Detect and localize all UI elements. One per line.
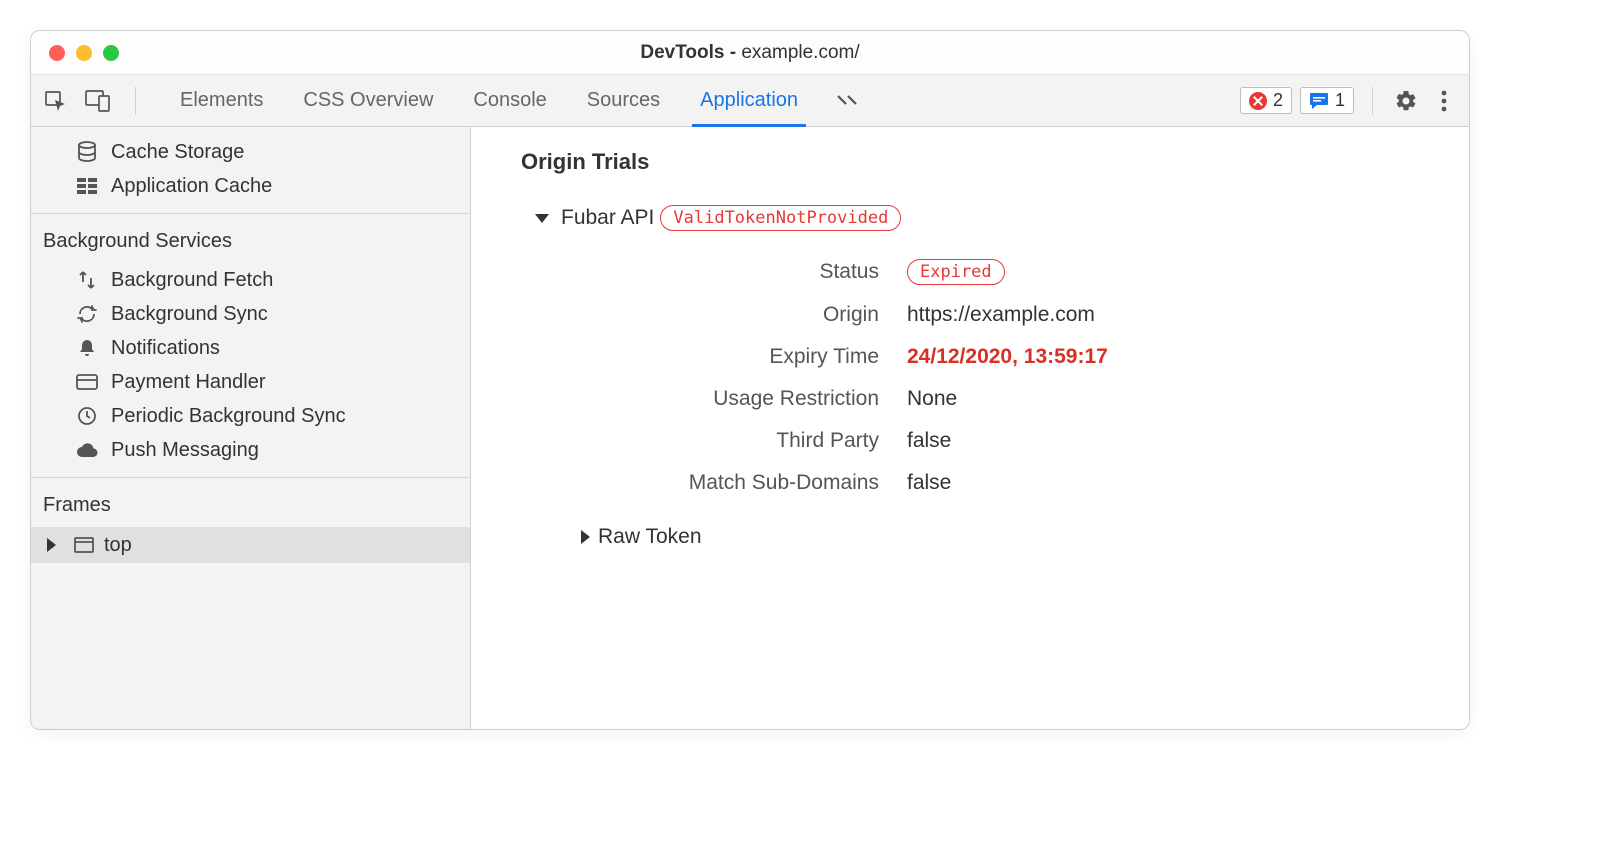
message-icon: [1309, 92, 1329, 110]
device-toolbar-icon[interactable]: [83, 86, 113, 116]
value-origin: https://example.com: [907, 303, 1469, 327]
messages-count: 1: [1335, 90, 1345, 111]
sidebar-item-periodic-sync[interactable]: Periodic Background Sync: [31, 399, 470, 433]
sidebar-item-frame-top[interactable]: top: [31, 527, 470, 563]
value-third-party: false: [907, 429, 1469, 453]
label-usage-restriction: Usage Restriction: [569, 387, 879, 411]
sidebar-item-notifications[interactable]: Notifications: [31, 331, 470, 365]
window-title: DevTools - example.com/: [31, 42, 1469, 64]
titlebar: DevTools - example.com/: [31, 31, 1469, 75]
toolbar-left: [41, 86, 146, 116]
sidebar-label: Background Fetch: [111, 269, 273, 292]
database-icon: [75, 140, 99, 164]
sidebar-label: Payment Handler: [111, 371, 266, 394]
credit-card-icon: [75, 370, 99, 394]
value-status: Expired: [907, 259, 1469, 285]
tab-console[interactable]: Console: [471, 75, 548, 126]
origin-trials-pane: Origin Trials Fubar API ValidTokenNotPro…: [471, 127, 1469, 729]
title-url: example.com/: [741, 42, 859, 63]
value-usage-restriction: None: [907, 387, 1469, 411]
sidebar-label: Cache Storage: [111, 141, 244, 164]
errors-count: 2: [1273, 90, 1283, 111]
sidebar-label: top: [104, 534, 132, 557]
value-expiry: 24/12/2020, 13:59:17: [907, 345, 1469, 369]
collapse-triangle-icon: [535, 214, 549, 223]
expand-triangle-icon: [581, 530, 590, 544]
separator: [135, 87, 136, 115]
toolbar-right: 2 1: [1240, 86, 1459, 116]
sidebar-heading-frames: Frames: [31, 477, 470, 527]
settings-icon[interactable]: [1391, 86, 1421, 116]
value-match-subdomains: false: [907, 471, 1469, 495]
cloud-icon: [75, 438, 99, 462]
errors-badge[interactable]: 2: [1240, 87, 1292, 114]
close-window-button[interactable]: [49, 45, 65, 61]
sidebar-item-background-sync[interactable]: Background Sync: [31, 297, 470, 331]
fetch-icon: [75, 268, 99, 292]
inspect-element-icon[interactable]: [41, 86, 71, 116]
panel-tabs: Elements CSS Overview Console Sources Ap…: [178, 75, 858, 126]
title-prefix: DevTools -: [640, 42, 741, 63]
sync-icon: [75, 302, 99, 326]
panel-body: Cache Storage Application Cache Backgrou…: [31, 127, 1469, 729]
label-status: Status: [569, 260, 879, 284]
label-origin: Origin: [569, 303, 879, 327]
label-expiry: Expiry Time: [569, 345, 879, 369]
tab-application[interactable]: Application: [698, 75, 800, 126]
devtools-window: DevTools - example.com/ Elements CSS Ove…: [30, 30, 1470, 730]
tab-elements[interactable]: Elements: [178, 75, 265, 126]
sidebar-item-payment-handler[interactable]: Payment Handler: [31, 365, 470, 399]
error-icon: [1249, 92, 1267, 110]
sidebar-label: Notifications: [111, 337, 220, 360]
raw-token-label: Raw Token: [598, 525, 702, 549]
separator: [1372, 87, 1373, 115]
tab-sources[interactable]: Sources: [585, 75, 662, 126]
tab-css-overview[interactable]: CSS Overview: [301, 75, 435, 126]
token-status-badge: ValidTokenNotProvided: [660, 205, 901, 231]
bell-icon: [75, 336, 99, 360]
sidebar-heading-background-services: Background Services: [31, 213, 470, 263]
sidebar-label: Push Messaging: [111, 439, 259, 462]
trial-header-row[interactable]: Fubar API ValidTokenNotProvided: [535, 205, 1469, 231]
sidebar-item-cache-storage[interactable]: Cache Storage: [31, 135, 470, 169]
raw-token-row[interactable]: Raw Token: [581, 525, 1469, 549]
grid-icon: [75, 174, 99, 198]
trial-details: Status Expired Origin https://example.co…: [569, 259, 1469, 495]
sidebar-item-application-cache[interactable]: Application Cache: [31, 169, 470, 203]
maximize-window-button[interactable]: [103, 45, 119, 61]
sidebar-label: Background Sync: [111, 303, 268, 326]
trial-name: Fubar API: [561, 206, 654, 230]
frame-icon: [72, 533, 96, 557]
window-controls: [31, 45, 119, 61]
panel-toolbar: Elements CSS Overview Console Sources Ap…: [31, 75, 1469, 127]
clock-icon: [75, 404, 99, 428]
label-match-subdomains: Match Sub-Domains: [569, 471, 879, 495]
sidebar-label: Application Cache: [111, 175, 272, 198]
application-sidebar: Cache Storage Application Cache Backgrou…: [31, 127, 471, 729]
minimize-window-button[interactable]: [76, 45, 92, 61]
pane-heading: Origin Trials: [521, 149, 1469, 175]
status-expired-badge: Expired: [907, 259, 1005, 285]
messages-badge[interactable]: 1: [1300, 87, 1354, 114]
sidebar-label: Periodic Background Sync: [111, 405, 346, 428]
expand-triangle-icon: [47, 538, 56, 552]
sidebar-item-background-fetch[interactable]: Background Fetch: [31, 263, 470, 297]
label-third-party: Third Party: [569, 429, 879, 453]
kebab-menu-icon[interactable]: [1429, 86, 1459, 116]
sidebar-item-push-messaging[interactable]: Push Messaging: [31, 433, 470, 467]
more-tabs-button[interactable]: [836, 75, 858, 126]
